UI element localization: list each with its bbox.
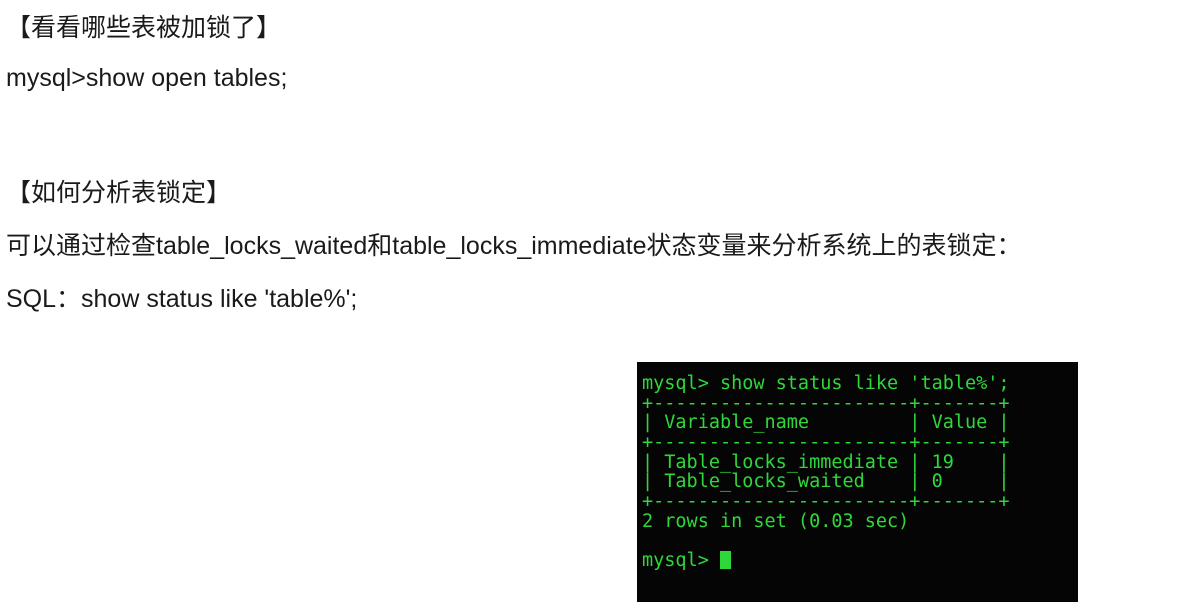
table-border-mid: +-----------------------+-------+ — [642, 432, 1010, 454]
table-header: | Variable_name | Value | — [642, 412, 1010, 434]
table-border-bottom: +-----------------------+-------+ — [642, 491, 1010, 513]
terminal-prompt-line: mysql> — [642, 551, 1078, 571]
table-row: | Table_locks_waited | 0 | — [642, 471, 1010, 493]
command-show-open-tables: mysql>show open tables; — [6, 64, 288, 92]
terminal-result: 2 rows in set (0.03 sec) — [642, 510, 910, 532]
heading-analyze-table-locks: 【如何分析表锁定】 — [6, 179, 232, 207]
table-row: | Table_locks_immediate | 19 | — [642, 451, 1010, 473]
table-border-top: +-----------------------+-------+ — [642, 392, 1010, 414]
terminal-screenshot: mysql> show status like 'table%'; +-----… — [637, 362, 1078, 602]
sql-statement: SQL：show status like 'table%'; — [6, 285, 358, 313]
terminal-blank — [642, 532, 1078, 552]
terminal-prompt: mysql> — [642, 550, 720, 572]
heading-check-locked-tables: 【看看哪些表被加锁了】 — [6, 14, 282, 42]
cursor-icon — [719, 551, 731, 570]
description-text: 可以通过检查table_locks_waited和table_locks_imm… — [6, 232, 1022, 260]
terminal-command: mysql> show status like 'table%'; — [642, 373, 1010, 394]
